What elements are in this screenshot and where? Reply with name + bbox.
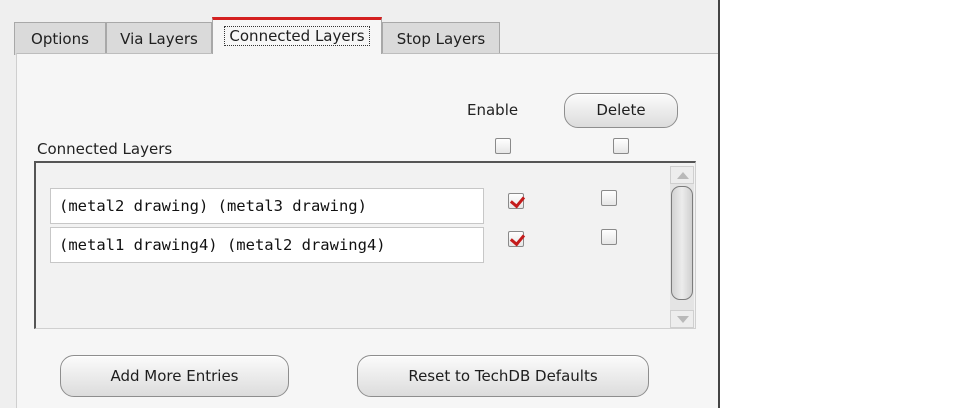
add-more-entries-button[interactable]: Add More Entries <box>60 355 289 397</box>
delete-button-label: Delete <box>596 101 646 119</box>
arrow-up-icon <box>677 172 689 179</box>
tab-via-layers-label: Via Layers <box>120 30 198 48</box>
tab-options[interactable]: Options <box>14 22 106 55</box>
tab-options-label: Options <box>31 30 89 48</box>
scroll-down-button[interactable] <box>670 310 694 328</box>
reset-techdb-defaults-button[interactable]: Reset to TechDB Defaults <box>357 355 649 397</box>
tab-via-layers[interactable]: Via Layers <box>106 22 212 55</box>
add-more-entries-label: Add More Entries <box>110 367 239 385</box>
connected-layers-list: (metal2 drawing) (metal3 drawing) (metal… <box>34 161 696 329</box>
delete-checkbox-2[interactable] <box>601 229 617 245</box>
scroll-up-button[interactable] <box>670 166 694 184</box>
enable-all-checkbox[interactable] <box>495 138 511 154</box>
reset-techdb-defaults-label: Reset to TechDB Defaults <box>408 367 598 385</box>
delete-checkbox-1[interactable] <box>601 190 617 206</box>
vertical-scrollbar[interactable] <box>670 166 694 328</box>
layer-entry-field[interactable]: (metal2 drawing) (metal3 drawing) <box>50 188 484 224</box>
enable-checkbox-2[interactable] <box>508 231 524 247</box>
tab-connected-layers[interactable]: Connected Layers <box>212 17 382 54</box>
layer-entry-field[interactable]: (metal1 drawing4) (metal2 drawing4) <box>50 227 484 263</box>
tab-stop-layers[interactable]: Stop Layers <box>382 22 500 55</box>
delete-all-checkbox[interactable] <box>613 138 629 154</box>
delete-button[interactable]: Delete <box>564 93 678 128</box>
enable-column-header: Enable <box>467 101 519 119</box>
connected-layers-dialog: Options Via Layers Connected Layers Stop… <box>0 0 720 408</box>
section-label: Connected Layers <box>37 140 173 158</box>
scrollbar-thumb[interactable] <box>671 186 693 300</box>
arrow-down-icon <box>677 316 689 323</box>
enable-checkbox-1[interactable] <box>508 193 524 209</box>
tab-connected-layers-label: Connected Layers <box>224 26 370 46</box>
tab-stop-layers-label: Stop Layers <box>396 30 486 48</box>
